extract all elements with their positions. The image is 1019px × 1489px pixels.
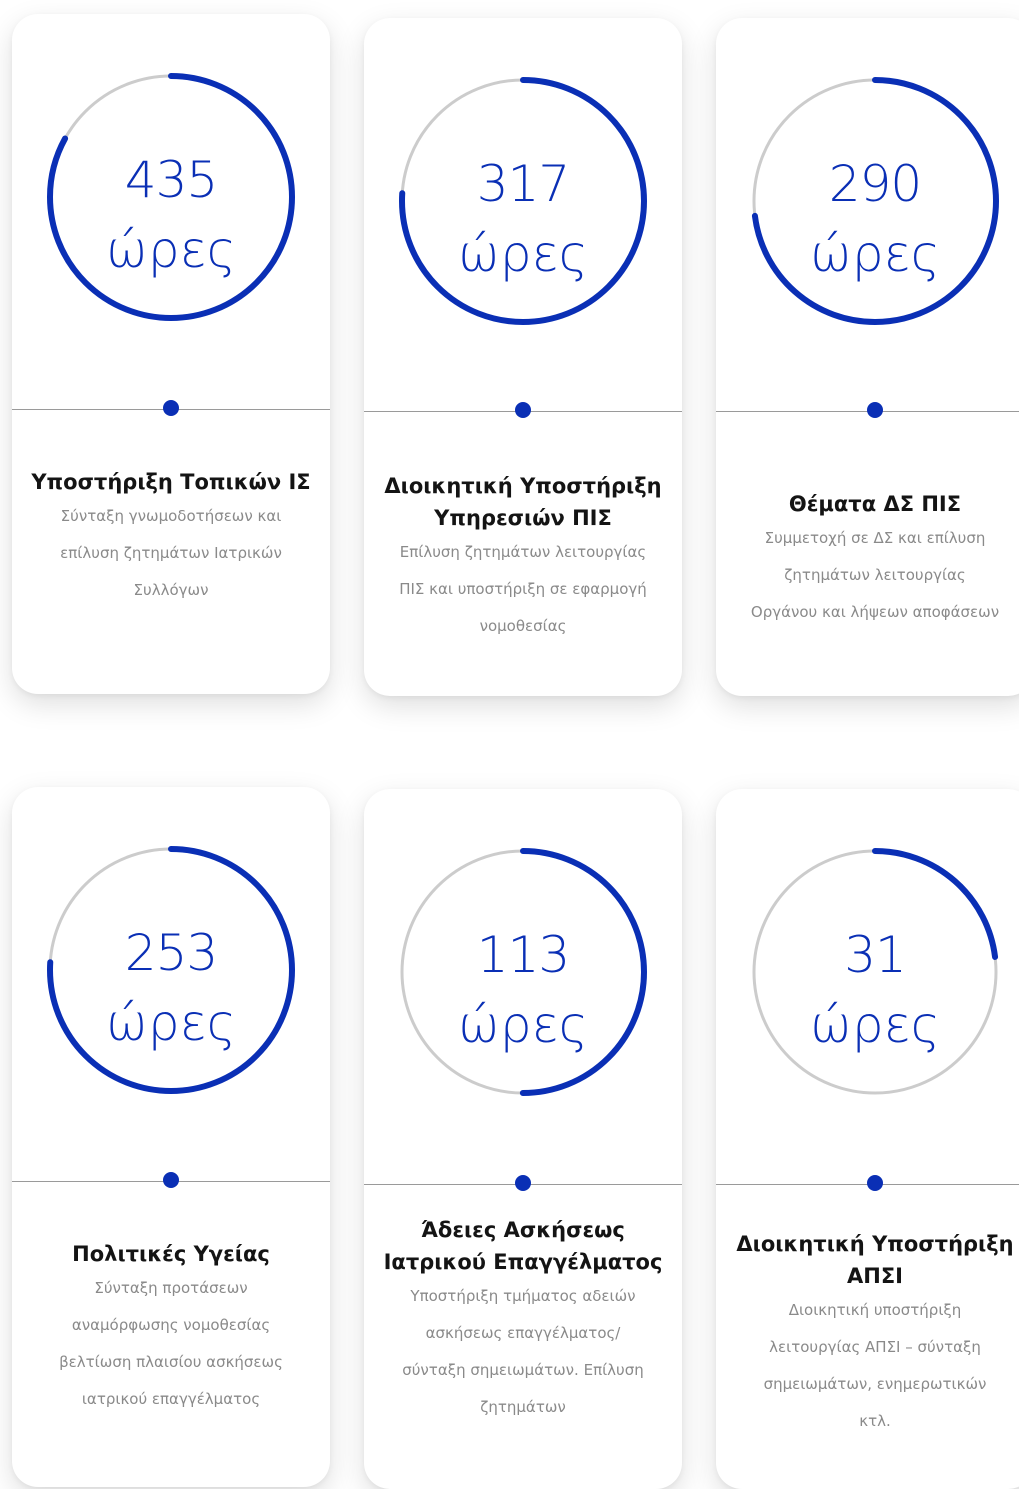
card-title: Διοικητική Υποστήριξη Υπηρεσιών ΠΙΣ bbox=[384, 474, 662, 530]
card-text: Διοικητική Υποστήριξη ΑΠΣΙ Διοικητική υπο… bbox=[734, 1228, 1016, 1440]
card-text: Άδειες Ασκήσεως Ιατρικού Επαγγέλματος Υπο… bbox=[382, 1214, 664, 1426]
stat-card: 290 ώρες Θέματα ΔΣ ΠΙΣ Συμμετοχή σε ΔΣ και … bbox=[716, 18, 1019, 696]
progress-ring: 435 ώρες bbox=[12, 14, 330, 404]
stat-card: 113 ώρες Άδειες Ασκήσεως Ιατρικού Επαγγέλμ… bbox=[364, 789, 682, 1489]
hours-value: 290 bbox=[828, 155, 922, 213]
card-title: Υποστήριξη Τοπικών ΙΣ bbox=[31, 470, 311, 494]
card-title: Θέματα ΔΣ ΠΙΣ bbox=[788, 492, 962, 516]
card-text: Θέματα ΔΣ ΠΙΣ Συμμετοχή σε ΔΣ και επίλυση… bbox=[734, 488, 1016, 631]
card-title: Διοικητική Υποστήριξη ΑΠΣΙ bbox=[736, 1232, 1014, 1288]
hours-unit: ώρες bbox=[458, 225, 588, 283]
timeline-dot bbox=[867, 1175, 883, 1191]
progress-ring: 317 ώρες bbox=[364, 18, 682, 408]
timeline-dot bbox=[515, 402, 531, 418]
card-title: Άδειες Ασκήσεως Ιατρικού Επαγγέλματος bbox=[383, 1218, 663, 1274]
hours-value: 435 bbox=[124, 151, 218, 209]
hours-unit: ώρες bbox=[106, 994, 236, 1052]
stat-card: 435 ώρες Υποστήριξη Τοπικών ΙΣ Σύνταξη γνωμ… bbox=[12, 14, 330, 694]
hours-unit: ώρες bbox=[458, 996, 588, 1054]
stat-card: 253 ώρες Πολιτικές Υγείας Σύνταξη προτάσεων… bbox=[12, 787, 330, 1487]
card-description: Σύνταξη γνωμοδοτήσεων και επίλυση ζητημά… bbox=[60, 507, 282, 599]
hours-unit: ώρες bbox=[810, 996, 940, 1054]
timeline-dot bbox=[515, 1175, 531, 1191]
hours-value: 113 bbox=[476, 926, 570, 984]
hours-unit: ώρες bbox=[106, 221, 236, 279]
card-description: Συμμετοχή σε ΔΣ και επίλυση ζητημάτων λε… bbox=[750, 529, 1000, 621]
timeline-dot bbox=[163, 400, 179, 416]
card-text: Πολιτικές Υγείας Σύνταξη προτάσεων αναμόρ… bbox=[30, 1238, 312, 1418]
stat-card: 317 ώρες Διοικητική Υποστήριξη Υπηρεσιών Π… bbox=[364, 18, 682, 696]
hours-value: 253 bbox=[124, 924, 218, 982]
card-text: Υποστήριξη Τοπικών ΙΣ Σύνταξη γνωμοδοτήσε… bbox=[30, 466, 312, 609]
progress-ring: 31 ώρες bbox=[716, 789, 1019, 1179]
progress-ring: 113 ώρες bbox=[364, 789, 682, 1179]
card-title: Πολιτικές Υγείας bbox=[72, 1242, 270, 1266]
card-description: Υποστήριξη τμήματος αδειών ασκήσεως επαγ… bbox=[402, 1287, 644, 1416]
timeline-dot bbox=[163, 1172, 179, 1188]
progress-ring: 253 ώρες bbox=[12, 787, 330, 1177]
card-description: Διοικητική υποστήριξη λειτουργίας ΑΠΣΙ –… bbox=[763, 1301, 987, 1430]
card-description: Επίλυση ζητημάτων λειτουργίας ΠΙΣ και υπ… bbox=[399, 543, 647, 635]
card-text: Διοικητική Υποστήριξη Υπηρεσιών ΠΙΣ Επίλυ… bbox=[382, 470, 664, 645]
stat-card: 31 ώρες Διοικητική Υποστήριξη ΑΠΣΙ Διοικητι… bbox=[716, 789, 1019, 1489]
progress-ring: 290 ώρες bbox=[716, 18, 1019, 408]
card-description: Σύνταξη προτάσεων αναμόρφωσης νομοθεσίας… bbox=[59, 1279, 283, 1408]
hours-value: 317 bbox=[476, 155, 570, 213]
timeline-dot bbox=[867, 402, 883, 418]
hours-value: 31 bbox=[844, 926, 907, 984]
hours-unit: ώρες bbox=[810, 225, 940, 283]
